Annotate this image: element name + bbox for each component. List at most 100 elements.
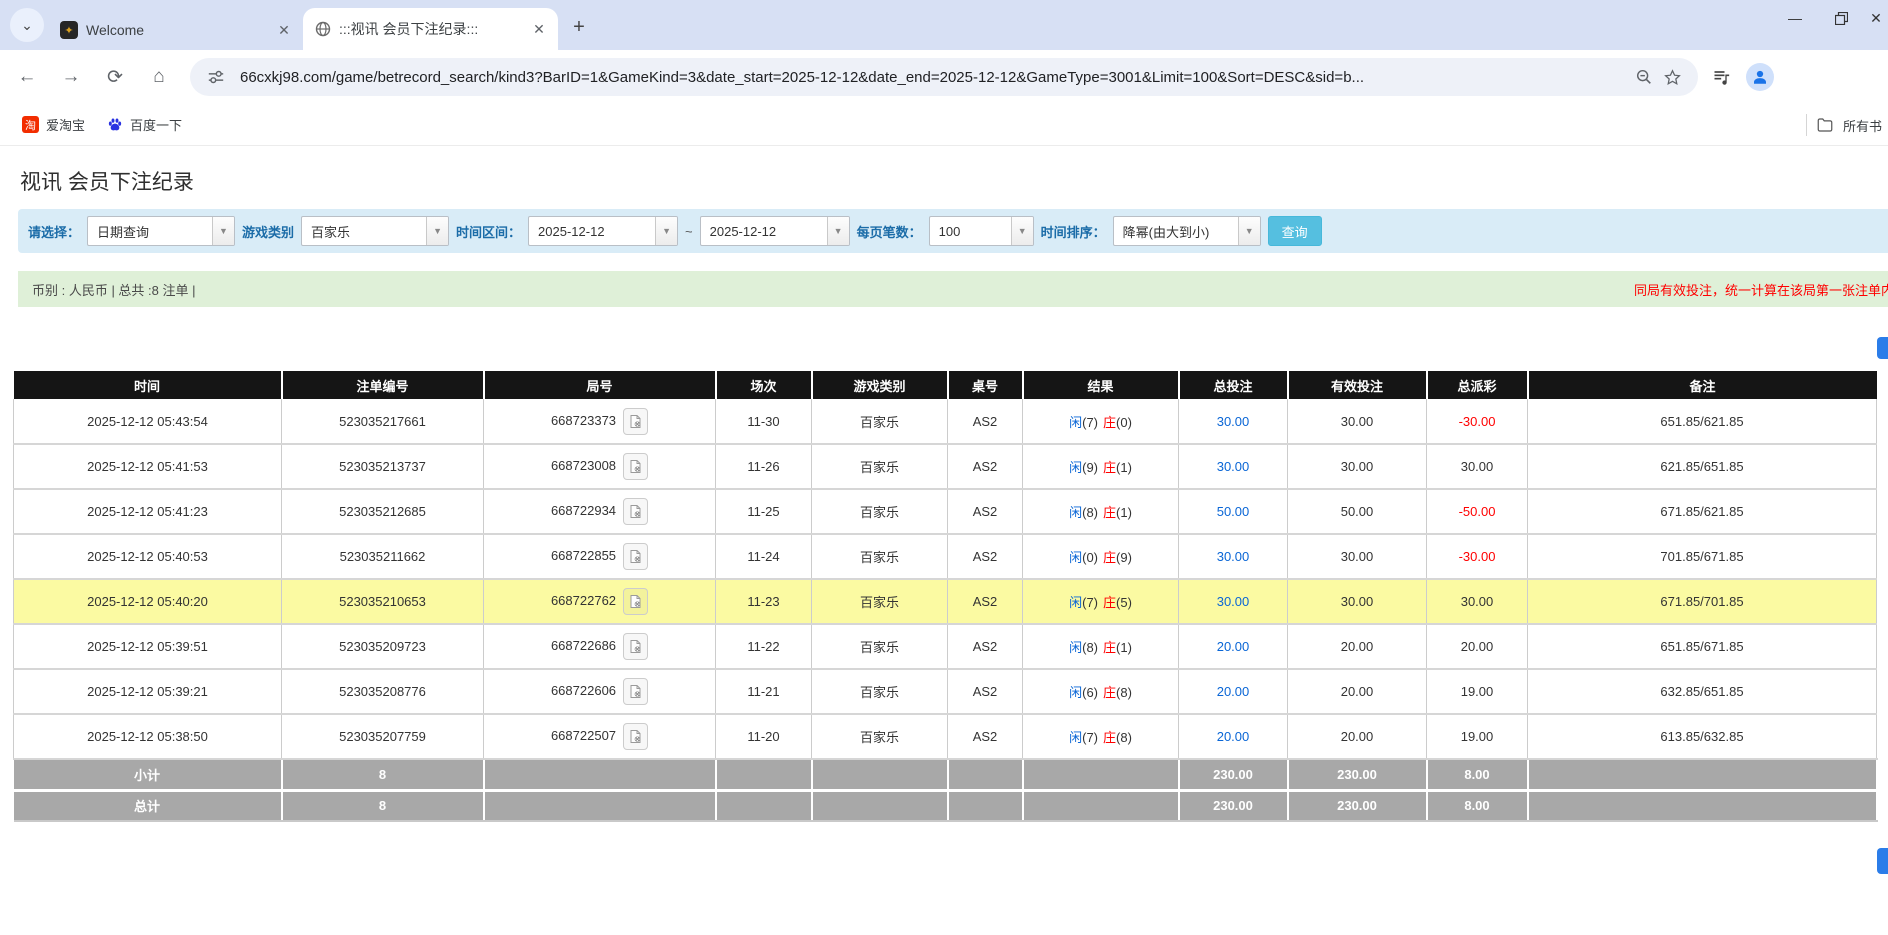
tab-welcome[interactable]: ✦ Welcome ✕ bbox=[48, 10, 303, 50]
cell-valid-bet: 30.00 bbox=[1288, 579, 1427, 624]
site-settings-icon[interactable] bbox=[202, 63, 230, 91]
video-record-icon[interactable] bbox=[623, 453, 648, 480]
cell-round: 668722762 bbox=[484, 579, 716, 624]
table-row[interactable]: 2025-12-12 05:40:53 523035211662 6687228… bbox=[14, 534, 1877, 579]
video-record-icon[interactable] bbox=[623, 588, 648, 615]
video-record-icon[interactable] bbox=[623, 498, 648, 525]
media-queue-icon[interactable] bbox=[1712, 67, 1732, 87]
table-row[interactable]: 2025-12-12 05:39:51 523035209723 6687226… bbox=[14, 624, 1877, 669]
address-bar[interactable]: 66cxkj98.com/game/betrecord_search/kind3… bbox=[190, 58, 1698, 96]
close-tab-icon[interactable]: ✕ bbox=[275, 21, 293, 39]
taobao-icon: 淘 bbox=[22, 116, 39, 133]
empty-cell bbox=[948, 759, 1023, 790]
cell-bet-id: 523035209723 bbox=[282, 624, 484, 669]
table-row[interactable]: 2025-12-12 05:38:50 523035207759 6687225… bbox=[14, 714, 1877, 759]
date-end-select[interactable]: 2025-12-12 ▼ bbox=[700, 216, 850, 246]
cell-bet-id: 523035213737 bbox=[282, 444, 484, 489]
result-banker-score: (8) bbox=[1116, 685, 1132, 700]
result-banker-score: (9) bbox=[1116, 550, 1132, 565]
table-row[interactable]: 2025-12-12 05:43:54 523035217661 6687233… bbox=[14, 399, 1877, 444]
cell-round: 668722855 bbox=[484, 534, 716, 579]
round-number: 668722934 bbox=[551, 503, 616, 518]
home-icon: ⌂ bbox=[153, 66, 164, 88]
column-header: 有效投注 bbox=[1288, 371, 1427, 399]
date-start-select[interactable]: 2025-12-12 ▼ bbox=[528, 216, 678, 246]
cell-result: 闲(7)庄(0) bbox=[1023, 399, 1179, 444]
column-header: 游戏类别 bbox=[812, 371, 948, 399]
result-player: 闲 bbox=[1069, 505, 1082, 520]
reload-button[interactable]: ⟳ bbox=[98, 60, 132, 94]
cell-total-bet: 20.00 bbox=[1179, 714, 1288, 759]
cell-bet-id: 523035208776 bbox=[282, 669, 484, 714]
all-bookmarks[interactable]: 所有书 bbox=[1806, 104, 1882, 146]
bookmark-star-icon[interactable] bbox=[1658, 63, 1686, 91]
empty-cell bbox=[948, 790, 1023, 821]
cell-session: 11-26 bbox=[716, 444, 812, 489]
scroll-indicator-bottom[interactable] bbox=[1877, 848, 1888, 874]
table-body: 2025-12-12 05:43:54 523035217661 6687233… bbox=[14, 399, 1877, 759]
empty-cell bbox=[716, 790, 812, 821]
result-banker: 庄 bbox=[1103, 595, 1116, 610]
cell-game-type: 百家乐 bbox=[812, 399, 948, 444]
scroll-indicator-top[interactable] bbox=[1877, 337, 1888, 359]
back-button[interactable]: ← bbox=[10, 60, 44, 94]
minimize-button[interactable]: — bbox=[1772, 0, 1818, 36]
video-record-icon[interactable] bbox=[623, 723, 648, 750]
tab-bet-record[interactable]: :::视讯 会员下注纪录::: ✕ bbox=[303, 8, 558, 50]
result-banker-score: (8) bbox=[1116, 730, 1132, 745]
cell-total-bet: 30.00 bbox=[1179, 579, 1288, 624]
forward-arrow-icon: → bbox=[62, 66, 81, 88]
table-row[interactable]: 2025-12-12 05:40:20 523035210653 6687227… bbox=[14, 579, 1877, 624]
result-player: 闲 bbox=[1069, 685, 1082, 700]
table-row[interactable]: 2025-12-12 05:41:23 523035212685 6687229… bbox=[14, 489, 1877, 534]
url-text[interactable]: 66cxkj98.com/game/betrecord_search/kind3… bbox=[240, 69, 1630, 86]
cell-total-bet: 30.00 bbox=[1179, 399, 1288, 444]
bookmark-baidu[interactable]: 百度一下 bbox=[107, 115, 182, 134]
sort-select[interactable]: 降幂(由大到小) ▼ bbox=[1113, 216, 1261, 246]
video-record-icon[interactable] bbox=[623, 678, 648, 705]
video-record-icon[interactable] bbox=[623, 543, 648, 570]
search-button[interactable]: 查询 bbox=[1268, 216, 1322, 246]
result-player: 闲 bbox=[1069, 730, 1082, 745]
summary-valid-bet: 230.00 bbox=[1288, 759, 1427, 790]
page-size-select[interactable]: 100 ▼ bbox=[929, 216, 1034, 246]
result-player: 闲 bbox=[1069, 460, 1082, 475]
result-player-score: (8) bbox=[1082, 505, 1098, 520]
result-banker-score: (1) bbox=[1116, 640, 1132, 655]
table-row[interactable]: 2025-12-12 05:39:21 523035208776 6687226… bbox=[14, 669, 1877, 714]
restore-button[interactable] bbox=[1818, 0, 1864, 36]
result-player-score: (7) bbox=[1082, 595, 1098, 610]
summary-total-bet: 230.00 bbox=[1179, 790, 1288, 821]
summary-payout: 8.00 bbox=[1427, 759, 1528, 790]
bookmark-aitaobao[interactable]: 淘 爱淘宝 bbox=[22, 115, 85, 134]
round-number: 668723373 bbox=[551, 412, 616, 427]
cell-result: 闲(7)庄(8) bbox=[1023, 714, 1179, 759]
page-title: 视讯 会员下注纪录 bbox=[20, 166, 194, 196]
result-player-score: (6) bbox=[1082, 685, 1098, 700]
cell-total-bet: 30.00 bbox=[1179, 444, 1288, 489]
zoom-out-icon[interactable] bbox=[1630, 63, 1658, 91]
tab-search-button[interactable]: ⌄ bbox=[10, 8, 44, 42]
cell-remark: 621.85/651.85 bbox=[1528, 444, 1877, 489]
globe-favicon-icon bbox=[315, 21, 331, 37]
profile-avatar[interactable] bbox=[1746, 63, 1774, 91]
new-tab-button[interactable]: + bbox=[564, 12, 594, 42]
cell-round: 668722934 bbox=[484, 489, 716, 534]
empty-cell bbox=[812, 790, 948, 821]
query-type-select[interactable]: 日期查询 ▼ bbox=[87, 216, 235, 246]
close-tab-icon[interactable]: ✕ bbox=[530, 20, 548, 38]
cell-valid-bet: 30.00 bbox=[1288, 444, 1427, 489]
round-number: 668722762 bbox=[551, 593, 616, 608]
table-row[interactable]: 2025-12-12 05:41:53 523035213737 6687230… bbox=[14, 444, 1877, 489]
game-type-select[interactable]: 百家乐 ▼ bbox=[301, 216, 449, 246]
forward-button[interactable]: → bbox=[54, 60, 88, 94]
cell-payout: -50.00 bbox=[1427, 489, 1528, 534]
home-button[interactable]: ⌂ bbox=[142, 60, 176, 94]
cell-table-number: AS2 bbox=[948, 624, 1023, 669]
chevron-down-icon: ▼ bbox=[426, 217, 448, 245]
video-record-icon[interactable] bbox=[623, 408, 648, 435]
cell-table-number: AS2 bbox=[948, 399, 1023, 444]
video-record-icon[interactable] bbox=[623, 633, 648, 660]
empty-cell bbox=[1528, 759, 1877, 790]
close-window-button[interactable]: ✕ bbox=[1864, 0, 1888, 36]
